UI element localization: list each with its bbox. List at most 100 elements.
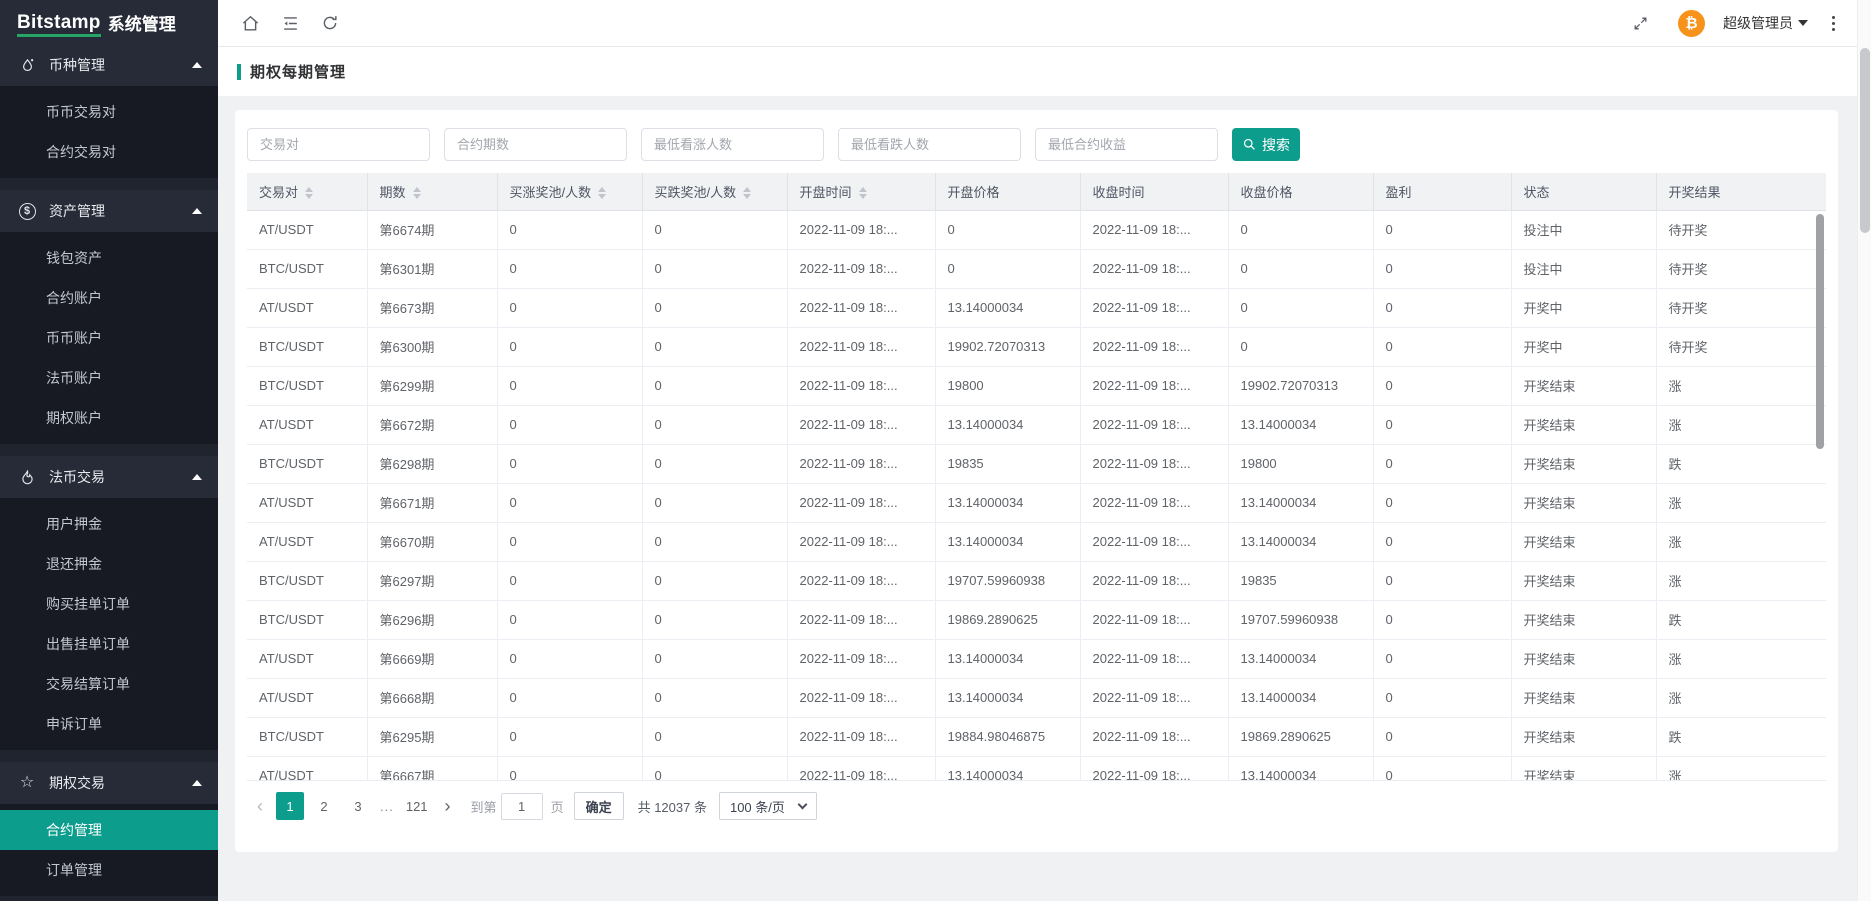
sidebar-item[interactable]: 合约账户	[0, 278, 218, 318]
sidebar-item[interactable]: 法币账户	[0, 358, 218, 398]
table-cell: 19800	[935, 366, 1080, 405]
page-number-3[interactable]: 3	[344, 792, 372, 820]
column-header[interactable]: 开盘时间	[787, 173, 935, 210]
sidebar-group-assets[interactable]: $资产管理	[0, 190, 218, 232]
page-number-1[interactable]: 1	[276, 792, 304, 820]
table-row: BTC/USDT第6301期002022-11-09 18:...02022-1…	[247, 249, 1826, 288]
fullscreen-icon[interactable]	[1620, 0, 1660, 46]
sidebar-item[interactable]: 合约交易对	[0, 132, 218, 172]
sidebar-item[interactable]: 合约管理	[0, 810, 218, 850]
table-cell: 开奖中	[1511, 327, 1656, 366]
table-row: BTC/USDT第6298期002022-11-09 18:...1983520…	[247, 444, 1826, 483]
filter-period-input[interactable]	[444, 128, 627, 161]
table-cell: 0	[642, 483, 787, 522]
sidebar-group-options-trade[interactable]: ☆期权交易	[0, 762, 218, 804]
table-scrollbar-thumb[interactable]	[1816, 214, 1824, 449]
page-scrollbar-thumb[interactable]	[1860, 48, 1870, 233]
sidebar-item[interactable]: 币币交易对	[0, 92, 218, 132]
table-cell: AT/USDT	[247, 483, 367, 522]
sidebar-group-currency[interactable]: 币种管理	[0, 44, 218, 86]
table-cell: BTC/USDT	[247, 600, 367, 639]
sidebar-item[interactable]: 币币账户	[0, 318, 218, 358]
table-cell: 0	[1373, 483, 1511, 522]
sidebar-item[interactable]: 出售挂单订单	[0, 624, 218, 664]
sort-icon[interactable]	[413, 187, 421, 199]
page-number-121[interactable]: 121	[402, 792, 432, 820]
table-cell: 0	[935, 249, 1080, 288]
sidebar-item-label: 合约管理	[46, 820, 102, 840]
sidebar-item[interactable]: 购买挂单订单	[0, 584, 218, 624]
filter-pair-input[interactable]	[247, 128, 430, 161]
refresh-icon[interactable]	[310, 0, 350, 46]
sidebar-group-label: 币种管理	[49, 55, 105, 75]
table-cell: 0	[1228, 210, 1373, 249]
sort-icon[interactable]	[859, 187, 867, 199]
sort-icon[interactable]	[305, 187, 313, 199]
table-cell: 涨	[1656, 756, 1826, 781]
sidebar-item[interactable]: 退还押金	[0, 544, 218, 584]
sidebar-item[interactable]: 申诉订单	[0, 704, 218, 744]
sidebar-group-label: 法币交易	[49, 467, 105, 487]
table-cell: 0	[497, 444, 642, 483]
title-accent-bar	[237, 64, 241, 80]
column-header[interactable]: 期数	[367, 173, 497, 210]
sort-icon[interactable]	[598, 187, 606, 199]
sort-icon[interactable]	[743, 187, 751, 199]
page-scrollbar[interactable]	[1857, 0, 1871, 901]
next-page-icon[interactable]: ›	[435, 792, 461, 820]
table-cell: 0	[1373, 639, 1511, 678]
table-cell: 0	[1373, 249, 1511, 288]
table-cell: 0	[497, 561, 642, 600]
sidebar-item-label: 交易结算订单	[46, 674, 130, 694]
table-cell: 0	[642, 327, 787, 366]
column-header[interactable]: 买涨奖池/人数	[497, 173, 642, 210]
more-menu-icon[interactable]	[1826, 12, 1841, 35]
table-cell: 0	[642, 210, 787, 249]
column-header: 开奖结果	[1656, 173, 1826, 210]
table-cell: 涨	[1656, 405, 1826, 444]
filter-min-bull-input[interactable]	[641, 128, 824, 161]
table-cell: 第6297期	[367, 561, 497, 600]
column-header: 收盘时间	[1080, 173, 1228, 210]
sidebar-item[interactable]: 订单管理	[0, 850, 218, 890]
sidebar-item[interactable]: 用户押金	[0, 504, 218, 544]
table-cell: 2022-11-09 18:...	[787, 366, 935, 405]
search-button[interactable]: 搜索	[1232, 128, 1300, 161]
goto-page-input[interactable]	[501, 793, 543, 820]
filter-min-profit-input[interactable]	[1035, 128, 1218, 161]
sidebar-item-label: 币币账户	[46, 328, 102, 348]
column-header: 状态	[1511, 173, 1656, 210]
table-row: AT/USDT第6673期002022-11-09 18:...13.14000…	[247, 288, 1826, 327]
sidebar-group-fiat-trade[interactable]: 法币交易	[0, 456, 218, 498]
confirm-page-button[interactable]: 确定	[574, 792, 624, 820]
column-header[interactable]: 买跌奖池/人数	[642, 173, 787, 210]
home-icon[interactable]	[230, 0, 270, 46]
table-cell: 2022-11-09 18:...	[787, 210, 935, 249]
sidebar-toggle-icon[interactable]	[270, 0, 310, 46]
main-area: ₿ 超级管理员 期权每期管理 搜索 交易对期数买涨奖池	[218, 0, 1871, 901]
table-cell: 2022-11-09 18:...	[787, 678, 935, 717]
avatar[interactable]: ₿	[1678, 10, 1705, 37]
water-drop-icon	[17, 55, 37, 75]
table-cell: AT/USDT	[247, 639, 367, 678]
sidebar-item[interactable]: 交易结算订单	[0, 664, 218, 704]
table-cell: 开奖结束	[1511, 366, 1656, 405]
table-cell: 2022-11-09 18:...	[787, 444, 935, 483]
table-row: BTC/USDT第6300期002022-11-09 18:...19902.7…	[247, 327, 1826, 366]
table-header-row: 交易对期数买涨奖池/人数买跌奖池/人数开盘时间开盘价格收盘时间收盘价格盈利状态开…	[247, 173, 1826, 210]
table-cell: 投注中	[1511, 249, 1656, 288]
table-cell: 2022-11-09 18:...	[1080, 444, 1228, 483]
sidebar-item[interactable]: 期权账户	[0, 398, 218, 438]
pagination: ‹ 123...121 › 到第 页 确定 共 12037 条 100 条/页	[247, 792, 1826, 820]
table-cell: 0	[497, 327, 642, 366]
user-menu[interactable]: 超级管理员	[1723, 13, 1808, 33]
sidebar-spacer	[0, 178, 218, 190]
column-header[interactable]: 交易对	[247, 173, 367, 210]
table-cell: 第6667期	[367, 756, 497, 781]
filter-min-bear-input[interactable]	[838, 128, 1021, 161]
prev-page-icon[interactable]: ‹	[247, 792, 273, 820]
page-size-select[interactable]: 100 条/页	[719, 792, 817, 820]
sidebar-item[interactable]: 钱包资产	[0, 238, 218, 278]
table-cell: 2022-11-09 18:...	[787, 717, 935, 756]
page-number-2[interactable]: 2	[310, 792, 338, 820]
